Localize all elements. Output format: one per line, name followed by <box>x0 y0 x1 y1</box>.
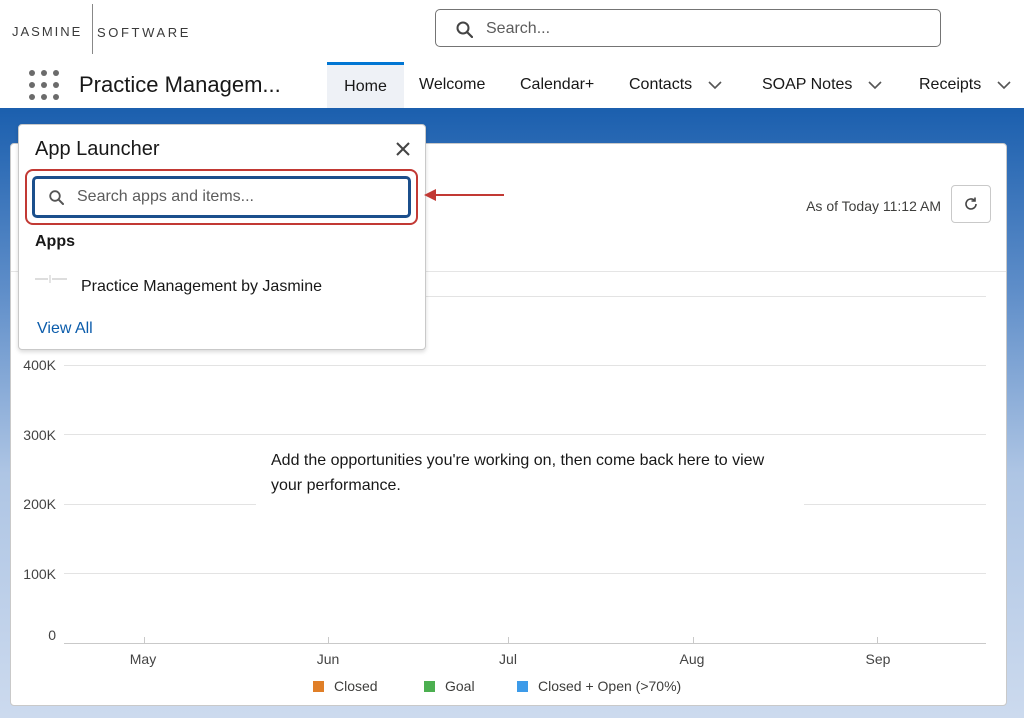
legend-swatch <box>313 680 324 692</box>
app-name: Practice Managem... <box>79 72 281 97</box>
tab-label: Contacts <box>629 76 693 93</box>
legend-item-goal[interactable]: Goal <box>424 678 475 694</box>
tab-contacts[interactable]: Contacts <box>629 62 722 108</box>
logo-text-right: SOFTWARE <box>97 25 191 40</box>
x-tick-label: Jul <box>499 651 517 667</box>
logo-text-left: JASMINE <box>12 24 83 39</box>
app-launcher-popover: App Launcher Apps Practice Management by… <box>18 124 426 350</box>
logo-divider <box>92 4 93 54</box>
legend-item-closed-open[interactable]: Closed + Open (>70%) <box>517 678 681 694</box>
tab-label: Welcome <box>419 76 486 93</box>
legend-label: Goal <box>445 678 475 694</box>
close-icon[interactable] <box>393 139 413 159</box>
tab-receipts[interactable]: Receipts <box>919 62 1011 108</box>
app-item-practice-management[interactable]: Practice Management by Jasmine <box>29 268 409 300</box>
y-tick-label: 200K <box>23 496 56 512</box>
tab-label: Receipts <box>919 76 982 93</box>
app-launcher-search-input[interactable] <box>75 185 399 209</box>
navigation-bar: Practice Managem... Home Welcome Calenda… <box>0 62 1024 109</box>
app-launcher-title: App Launcher <box>35 138 160 160</box>
tab-label: Home <box>344 77 387 95</box>
y-tick-label: 0 <box>48 627 56 643</box>
empty-state-message: Add the opportunities you're working on,… <box>256 448 804 510</box>
gridline <box>64 573 986 574</box>
x-tick-mark <box>328 637 329 644</box>
x-tick-label: May <box>129 651 157 667</box>
view-all-link[interactable]: View All <box>37 320 93 338</box>
chevron-down-icon[interactable] <box>997 80 1011 90</box>
as-of-timestamp: As of Today 11:12 AM <box>806 198 941 214</box>
legend-swatch <box>424 680 435 692</box>
x-tick-mark <box>693 637 694 644</box>
search-highlight-outline <box>25 169 418 225</box>
app-launcher-search-box[interactable] <box>32 176 411 218</box>
y-tick-label: 300K <box>23 427 56 443</box>
x-tick-mark <box>144 637 145 644</box>
x-tick-label: Sep <box>865 651 891 667</box>
gridline <box>64 365 986 366</box>
legend-swatch <box>517 680 528 692</box>
tab-label: Calendar+ <box>520 76 595 93</box>
legend-item-closed[interactable]: Closed <box>313 678 378 694</box>
tab-welcome[interactable]: Welcome <box>419 62 485 108</box>
chevron-down-icon[interactable] <box>868 80 882 90</box>
search-icon <box>456 21 473 38</box>
global-search-box[interactable] <box>435 9 941 47</box>
y-tick-label: 400K <box>23 357 56 373</box>
legend-label: Closed + Open (>70%) <box>538 678 682 694</box>
legend-label: Closed <box>334 678 378 694</box>
app-item-label: Practice Management by Jasmine <box>81 278 322 295</box>
app-logo-thumbnail <box>35 275 67 283</box>
tab-soap-notes[interactable]: SOAP Notes <box>762 62 882 108</box>
x-tick-label: Aug <box>679 651 705 667</box>
refresh-button[interactable] <box>951 185 991 223</box>
x-tick-label: Jun <box>316 651 340 667</box>
global-search-input[interactable] <box>484 16 918 42</box>
x-tick-mark <box>877 637 878 644</box>
annotation-arrow-icon <box>424 189 504 201</box>
gridline <box>64 434 986 435</box>
chevron-down-icon[interactable] <box>708 80 722 90</box>
tab-calendar[interactable]: Calendar+ <box>520 62 594 108</box>
tab-home[interactable]: Home <box>327 62 404 108</box>
y-tick-label: 100K <box>23 566 56 582</box>
empty-state-text: Add the opportunities you're working on,… <box>271 452 765 494</box>
refresh-icon <box>965 197 977 210</box>
search-icon <box>49 190 64 205</box>
apps-heading: Apps <box>35 233 75 250</box>
x-tick-mark <box>508 637 509 644</box>
jasmine-software-logo: JASMINE SOFTWARE <box>12 4 202 54</box>
app-launcher-waffle-icon[interactable] <box>29 70 59 100</box>
tab-label: SOAP Notes <box>762 76 853 93</box>
top-header: JASMINE SOFTWARE <box>0 0 1024 62</box>
x-axis-line <box>64 643 986 644</box>
